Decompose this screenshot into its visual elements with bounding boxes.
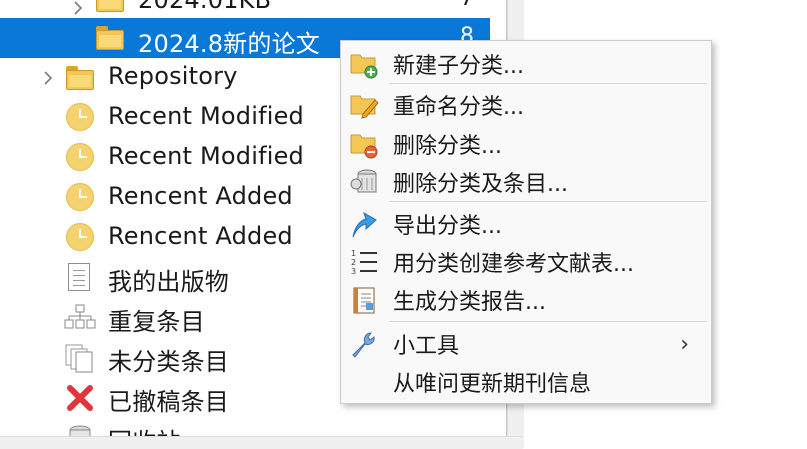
delete-collection-icon [350,134,378,159]
bibliography-list-icon: 1 2 3 [351,249,377,276]
delete-collection-and-items-icon [350,169,377,193]
rename-collection-icon [350,95,379,119]
tree-item-label: Repository [108,62,238,90]
svg-text:2: 2 [351,258,356,267]
menu-item-delete-collection-and-items[interactable]: 删除分类及条目... [341,163,711,201]
menu-item-rename-collection[interactable]: 重命名分类... [341,86,711,124]
tree-item-label: 我的出版物 [108,268,229,296]
tree-item-label: Rencent Added [108,182,293,210]
menu-item-label: 从唯问更新期刊信息 [393,372,592,397]
menu-separator [389,83,707,84]
menu-separator [389,321,707,322]
menu-item-label: 用分类创建参考文献表... [393,252,634,277]
menu-item-delete-collection[interactable]: 删除分类... [341,125,711,163]
menu-item-new-subcollection[interactable]: 新建子分类... [341,45,711,83]
menu-item-create-bibliography[interactable]: 1 2 3 用分类创建参考文献表... [341,243,711,281]
duplicate-tree-icon [64,304,96,329]
tree-item-label: 已撤稿条目 [108,388,229,416]
clock-icon [66,103,94,131]
tree-item-label: 2024.8新的论文 [138,30,320,58]
chevron-right-icon[interactable] [70,0,86,16]
report-icon [353,287,375,314]
clock-icon [66,183,94,211]
tree-item-label: 未分类条目 [108,348,229,376]
clock-icon [66,143,94,171]
item-count: 7 [460,0,474,11]
menu-item-tools[interactable]: 小工具 › [341,325,711,363]
document-icon [68,263,90,291]
menu-item-label: 删除分类及条目... [393,172,568,197]
tree-item-label: 2024.01KB [138,0,272,14]
menu-item-label: 小工具 [393,334,460,359]
svg-text:1: 1 [351,249,356,258]
menu-item-label: 删除分类... [393,134,502,159]
menu-item-label: 重命名分类... [393,95,524,120]
tree-item-label: Recent Modified [108,102,304,130]
tree-item-label: Recent Modified [108,142,304,170]
wrench-icon [352,332,375,358]
tree-item-label: 重复条目 [108,308,205,336]
retracted-x-icon [67,385,93,411]
context-menu: 新建子分类... 重命名分类... 删除分类... 删除分类及条目... 导出分… [340,40,712,404]
menu-item-label: 新建子分类... [393,54,524,79]
folder-icon [66,66,94,90]
folder-icon [96,0,124,12]
menu-separator [389,201,707,202]
new-subcollection-icon [350,54,378,79]
menu-item-label: 导出分类... [393,214,502,239]
submenu-arrow-icon: › [680,331,689,357]
folder-icon [96,26,124,50]
horizontal-scrollbar[interactable] [0,436,523,449]
clock-icon [66,223,94,251]
export-arrow-icon [352,211,377,238]
unfiled-items-icon [65,344,93,373]
menu-item-label: 生成分类报告... [393,290,546,315]
chevron-right-icon[interactable] [40,70,56,86]
svg-text:3: 3 [351,267,356,276]
tree-item-label: Rencent Added [108,222,293,250]
menu-item-export-collection[interactable]: 导出分类... [341,205,711,243]
menu-item-generate-report[interactable]: 生成分类报告... [341,281,711,319]
tree-item-2024-01kb[interactable]: 2024.01KB 7 [0,0,490,20]
menu-item-update-journal-info[interactable]: 从唯问更新期刊信息 [341,363,711,401]
